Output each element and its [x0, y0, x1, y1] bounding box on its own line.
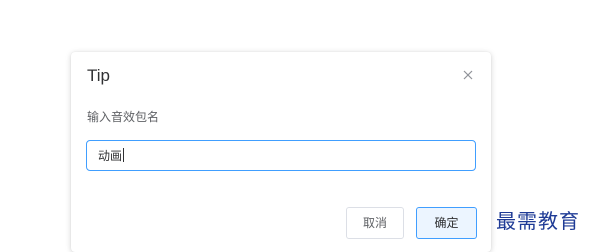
- dialog-header: Tip: [71, 52, 491, 102]
- dialog-message: 输入音效包名: [87, 110, 160, 124]
- tip-dialog: Tip 输入音效包名 动画 取消 确定: [71, 52, 491, 252]
- watermark-text: 最需教育: [496, 209, 580, 233]
- sound-pack-name-input[interactable]: 动画: [86, 140, 476, 171]
- dialog-title: Tip: [87, 66, 110, 85]
- text-caret: [123, 148, 125, 162]
- close-icon[interactable]: [461, 68, 475, 82]
- cancel-button[interactable]: 取消: [346, 207, 404, 239]
- confirm-button[interactable]: 确定: [416, 207, 477, 239]
- input-value[interactable]: 动画: [98, 148, 125, 164]
